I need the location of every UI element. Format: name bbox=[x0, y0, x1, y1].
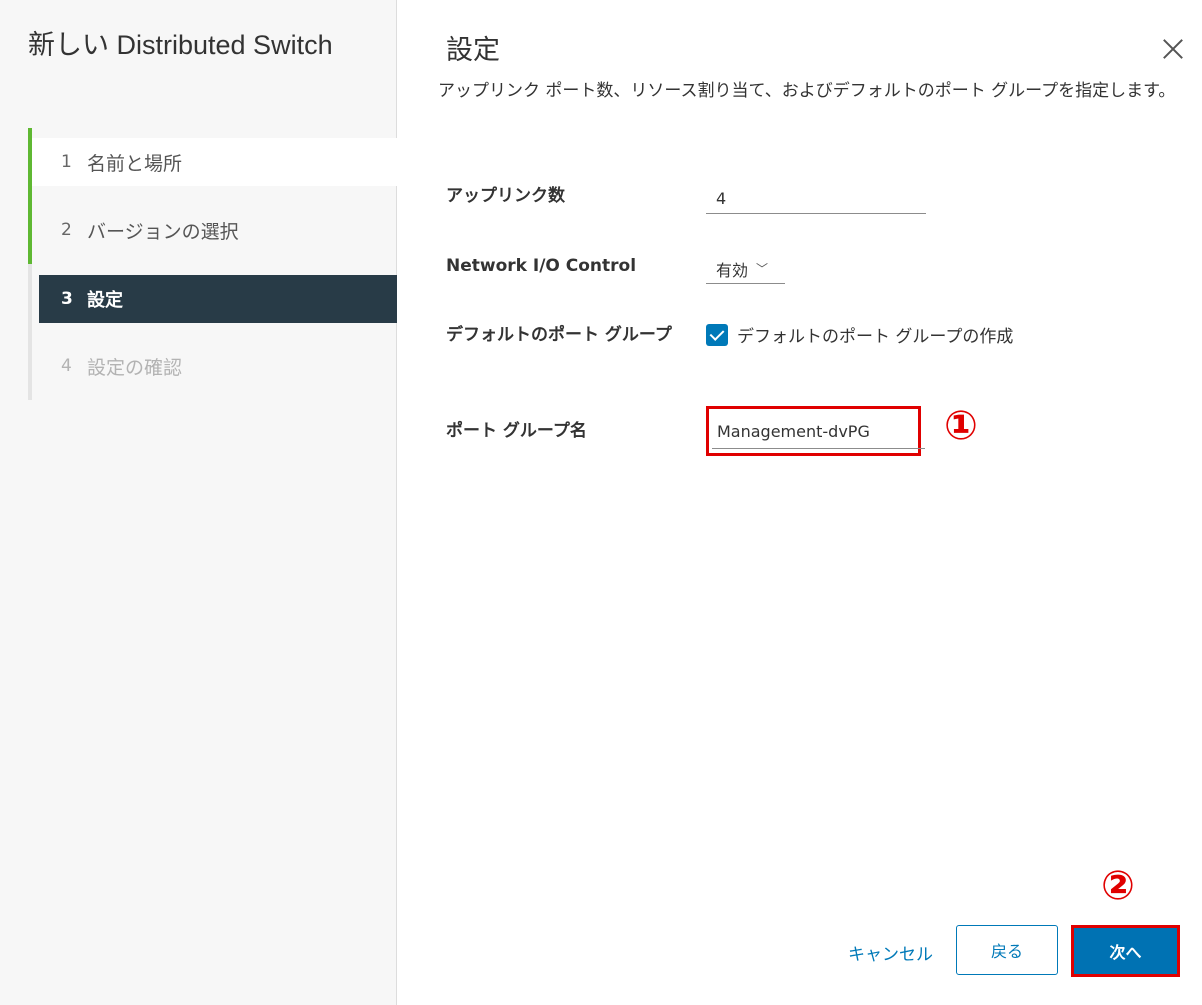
step-label: 名前と場所 bbox=[87, 152, 183, 175]
wizard-title: 新しい Distributed Switch bbox=[28, 30, 333, 60]
new-dvs-wizard-dialog: 新しい Distributed Switch 1 名前と場所 2 バージョンの選… bbox=[0, 0, 1202, 1005]
page-description: アップリンク ポート数、リソース割り当て、およびデフォルトのポート グループを指… bbox=[438, 81, 1176, 101]
wizard-step-name-location[interactable]: 1 名前と場所 bbox=[28, 128, 397, 196]
create-default-port-group-checkbox[interactable]: デフォルトのポート グループの作成 bbox=[706, 322, 1013, 347]
step-progress-rail bbox=[28, 332, 32, 400]
wizard-step-version[interactable]: 2 バージョンの選択 bbox=[28, 196, 397, 264]
nioc-select[interactable]: 有効 ﹀ bbox=[706, 254, 785, 284]
nioc-label: Network I/O Control bbox=[446, 256, 637, 276]
cancel-button[interactable]: キャンセル bbox=[838, 932, 943, 972]
uplinks-label: アップリンク数 bbox=[446, 186, 565, 206]
step-number: 3 bbox=[61, 289, 73, 309]
step-label: 設定の確認 bbox=[87, 356, 183, 379]
wizard-sidebar: 新しい Distributed Switch 1 名前と場所 2 バージョンの選… bbox=[0, 0, 397, 1005]
chevron-down-icon: ﹀ bbox=[756, 262, 769, 276]
step-number: 2 bbox=[61, 220, 72, 240]
checkbox-label: デフォルトのポート グループの作成 bbox=[737, 327, 1014, 347]
active-step-highlight: 3 設定 bbox=[39, 275, 397, 323]
input-underline bbox=[712, 448, 925, 449]
annotation-marker-1: ① bbox=[944, 403, 978, 449]
checkbox-checked-icon bbox=[706, 323, 728, 346]
next-button[interactable]: 次へ bbox=[1071, 925, 1180, 977]
wizard-step-review: 4 設定の確認 bbox=[28, 332, 397, 400]
wizard-step-settings[interactable]: 3 設定 bbox=[28, 264, 397, 332]
step-progress-rail bbox=[28, 196, 32, 264]
step-label: バージョンの選択 bbox=[87, 220, 239, 243]
port-group-name-label: ポート グループ名 bbox=[446, 421, 587, 441]
step-label: 設定 bbox=[87, 290, 123, 311]
uplinks-input[interactable] bbox=[706, 184, 926, 214]
close-icon[interactable] bbox=[1160, 36, 1186, 62]
page-title: 設定 bbox=[446, 35, 500, 66]
step-number: 1 bbox=[61, 152, 72, 172]
nioc-select-value: 有効 bbox=[716, 260, 749, 280]
wizard-steps: 1 名前と場所 2 バージョンの選択 3 設定 4 設定の確認 bbox=[28, 128, 397, 400]
back-button[interactable]: 戻る bbox=[956, 925, 1058, 975]
annotation-marker-2: ② bbox=[1101, 863, 1135, 909]
step-progress-rail bbox=[28, 264, 32, 332]
default-port-group-label: デフォルトのポート グループ bbox=[446, 325, 672, 345]
step-number: 4 bbox=[61, 356, 72, 376]
